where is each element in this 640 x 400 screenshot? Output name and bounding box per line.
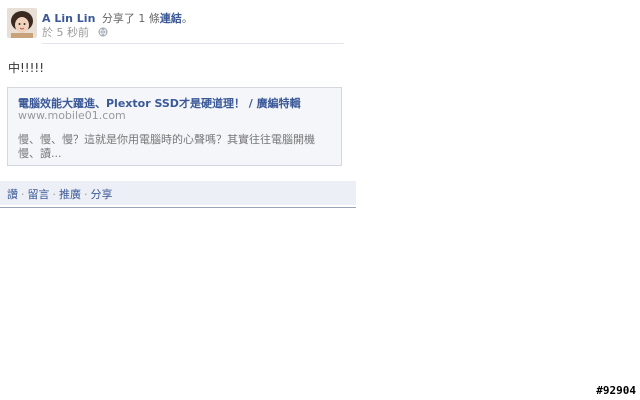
link-word[interactable]: 連結	[160, 12, 182, 25]
post-bottom-border	[0, 207, 356, 208]
action-bar: 讚 · 留言 · 推廣 · 分享	[0, 181, 356, 205]
promote-link[interactable]: 推廣	[59, 188, 81, 201]
avatar[interactable]	[7, 8, 37, 38]
like-link[interactable]: 讚	[7, 188, 18, 201]
separator-dot: ·	[52, 188, 57, 201]
header-divider	[42, 43, 344, 44]
separator-dot: ·	[21, 188, 25, 201]
attachment-url: www.mobile01.com	[18, 109, 126, 122]
timestamp-link[interactable]: 於 5 秒前	[42, 26, 89, 39]
comment-link[interactable]: 留言	[28, 188, 50, 201]
separator-dot: ·	[84, 188, 88, 201]
share-action-text: 分享了 1 條	[101, 12, 160, 25]
attachment-description: 慢、慢、慢？這就是你用電腦時的心聲嗎？其實往往電腦開機慢、讀...	[18, 133, 315, 160]
sentence-end: 。	[181, 12, 193, 25]
story-post: A Lin Lin 分享了 1 條連結。 於 5 秒前 中!!!!! 電腦效能大…	[0, 0, 356, 210]
share-link[interactable]: 分享	[91, 188, 113, 201]
avatar-photo-icon	[7, 8, 37, 38]
watermark-id: #92904	[596, 384, 636, 397]
post-message: 中!!!!!	[8, 61, 45, 75]
link-attachment[interactable]: 電腦效能大躍進、Plextor SSD才是硬道理！ / 廣編特輯 www.mob…	[7, 87, 342, 166]
post-meta: 於 5 秒前	[42, 24, 108, 40]
privacy-globe-icon[interactable]	[98, 27, 108, 40]
